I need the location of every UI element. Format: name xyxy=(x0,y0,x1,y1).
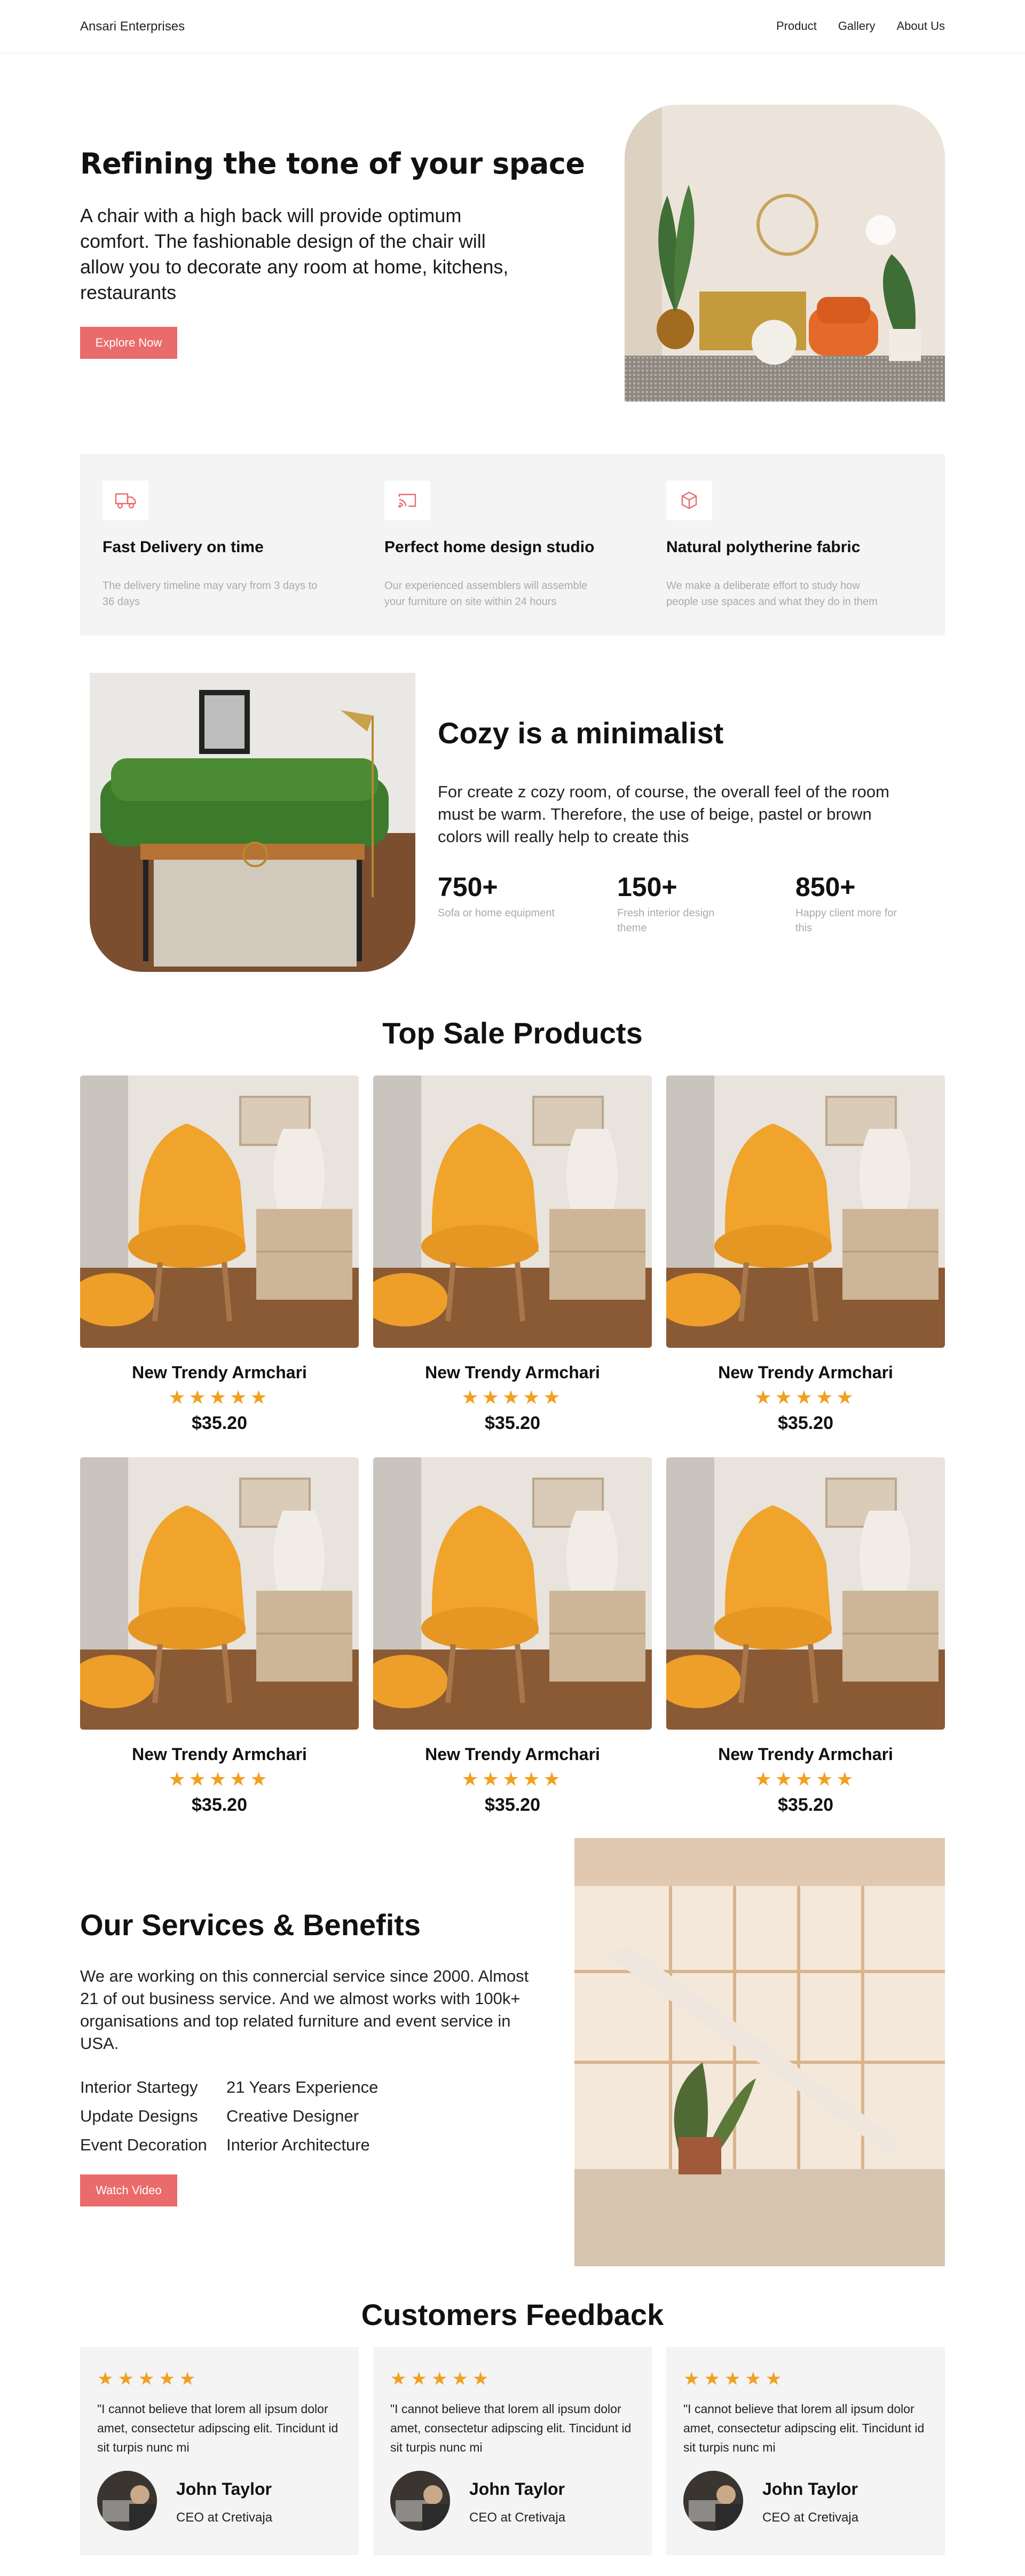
product-name[interactable]: New Trendy Armchari xyxy=(373,1745,652,1764)
nav-link-product[interactable]: Product xyxy=(776,19,817,33)
stat-value: 750+ xyxy=(438,872,498,902)
product-rating-stars: ★★★★★ xyxy=(168,1768,271,1790)
brand-logo[interactable]: Ansari Enterprises xyxy=(80,19,185,34)
product-card[interactable]: New Trendy Armchari ★★★★★ $35.20 xyxy=(666,1457,945,1815)
product-name[interactable]: New Trendy Armchari xyxy=(666,1363,945,1383)
product-rating-stars: ★★★★★ xyxy=(461,1768,564,1790)
box-icon xyxy=(666,481,712,520)
services-image xyxy=(574,1838,945,2266)
product-price: $35.20 xyxy=(192,1413,247,1433)
feedback-card: ★★★★★ "I cannot believe that lorem all ip… xyxy=(80,2347,359,2555)
feedback-card: ★★★★★ "I cannot believe that lorem all ip… xyxy=(666,2347,945,2555)
feature-card: Perfect home design studio Our experienc… xyxy=(362,454,640,635)
service-item: 21 Years Experience xyxy=(226,2078,379,2096)
nav-link-gallery[interactable]: Gallery xyxy=(838,19,876,33)
feedback-stars: ★★★★★ xyxy=(97,2369,200,2389)
nav-links: Product Gallery About Us xyxy=(776,19,945,33)
cozy-description: For create z cozy room, of course, the o… xyxy=(438,782,889,846)
product-name[interactable]: New Trendy Armchari xyxy=(80,1363,359,1383)
product-card[interactable]: New Trendy Armchari ★★★★★ $35.20 xyxy=(666,1075,945,1433)
hero-description: A chair with a high back will provide op… xyxy=(80,205,509,303)
product-rating-stars: ★★★★★ xyxy=(168,1386,271,1408)
feature-title: Natural polytherine fabric xyxy=(666,538,861,556)
stat-label: Sofa or home equipment xyxy=(438,907,555,919)
product-image[interactable] xyxy=(666,1457,945,1730)
feedback-name: John Taylor xyxy=(176,2479,272,2499)
feature-title: Perfect home design studio xyxy=(384,538,595,556)
feature-card: Fast Delivery on time The delivery timel… xyxy=(80,454,358,635)
product-image[interactable] xyxy=(80,1075,359,1348)
services-list-right: 21 Years Experience Creative Designer In… xyxy=(226,2073,378,2159)
stat-label: Happy client more for this xyxy=(795,907,897,934)
feedback-stars: ★★★★★ xyxy=(683,2369,786,2389)
avatar xyxy=(390,2471,450,2531)
hero-image xyxy=(625,105,945,402)
services-title: Our Services & Benefits xyxy=(80,1908,421,1942)
product-card[interactable]: New Trendy Armchari ★★★★★ $35.20 xyxy=(373,1457,652,1815)
service-item: Interior Architecture xyxy=(226,2135,370,2154)
products-title: Top Sale Products xyxy=(382,1016,643,1050)
watch-video-button[interactable]: Watch Video xyxy=(80,2174,177,2206)
hero-title: Refining the tone of your space xyxy=(80,147,585,180)
product-image[interactable] xyxy=(373,1457,652,1730)
explore-now-button[interactable]: Explore Now xyxy=(80,327,177,359)
product-card[interactable]: New Trendy Armchari ★★★★★ $35.20 xyxy=(373,1075,652,1433)
stat-value: 150+ xyxy=(617,872,677,902)
feedback-text: "I cannot believe that lorem all ipsum d… xyxy=(390,2402,632,2454)
stat-block: 850+ Happy client more for this xyxy=(795,871,934,936)
cast-icon xyxy=(384,481,430,520)
product-price: $35.20 xyxy=(192,1795,247,1815)
product-rating-stars: ★★★★★ xyxy=(754,1768,857,1790)
nav-link-about[interactable]: About Us xyxy=(897,19,945,33)
product-card[interactable]: New Trendy Armchari ★★★★★ $35.20 xyxy=(80,1075,359,1433)
service-item: Creative Designer xyxy=(226,2107,359,2125)
stat-block: 750+ Sofa or home equipment xyxy=(438,871,577,921)
top-nav: Ansari Enterprises Product Gallery About… xyxy=(0,0,1025,53)
product-card[interactable]: New Trendy Armchari ★★★★★ $35.20 xyxy=(80,1457,359,1815)
feature-description: The delivery timeline may vary from 3 da… xyxy=(102,580,318,608)
service-item: Interior Startegy xyxy=(80,2078,198,2096)
product-image[interactable] xyxy=(373,1075,652,1348)
services-list-left: Interior Startegy Update Designs Event D… xyxy=(80,2073,207,2159)
product-price: $35.20 xyxy=(485,1413,540,1433)
stat-value: 850+ xyxy=(795,872,856,902)
feedback-title: Customers Feedback xyxy=(361,2298,664,2331)
product-price: $35.20 xyxy=(778,1413,833,1433)
feature-description: We make a deliberate effort to study how… xyxy=(666,580,878,608)
avatar xyxy=(97,2471,157,2531)
product-name[interactable]: New Trendy Armchari xyxy=(373,1363,652,1383)
feedback-role: CEO at Cretivaja xyxy=(762,2510,859,2525)
product-rating-stars: ★★★★★ xyxy=(461,1386,564,1408)
feedback-card: ★★★★★ "I cannot believe that lorem all ip… xyxy=(373,2347,652,2555)
feedback-name: John Taylor xyxy=(469,2479,565,2499)
stat-label: Fresh interior design theme xyxy=(617,907,715,934)
feedback-text: "I cannot believe that lorem all ipsum d… xyxy=(683,2402,925,2454)
truck-icon xyxy=(102,481,148,520)
stat-block: 150+ Fresh interior design theme xyxy=(617,871,756,936)
feedback-text: "I cannot believe that lorem all ipsum d… xyxy=(97,2402,338,2454)
product-image[interactable] xyxy=(80,1457,359,1730)
service-item: Update Designs xyxy=(80,2107,198,2125)
features-panel: Fast Delivery on time The delivery timel… xyxy=(80,454,945,635)
feedback-role: CEO at Cretivaja xyxy=(176,2510,273,2525)
service-item: Event Decoration xyxy=(80,2135,207,2154)
feature-card: Natural polytherine fabric We make a del… xyxy=(644,454,921,635)
product-price: $35.20 xyxy=(778,1795,833,1815)
feedback-role: CEO at Cretivaja xyxy=(469,2510,566,2525)
feature-description: Our experienced assemblers will assemble… xyxy=(384,580,588,608)
product-name[interactable]: New Trendy Armchari xyxy=(80,1745,359,1764)
product-image[interactable] xyxy=(666,1075,945,1348)
product-name[interactable]: New Trendy Armchari xyxy=(666,1745,945,1764)
feature-title: Fast Delivery on time xyxy=(102,538,264,556)
product-price: $35.20 xyxy=(485,1795,540,1815)
feedback-name: John Taylor xyxy=(762,2479,858,2499)
avatar xyxy=(683,2471,743,2531)
services-description: We are working on this connercial servic… xyxy=(80,1967,529,2053)
cozy-room-image xyxy=(90,673,415,972)
feedback-stars: ★★★★★ xyxy=(390,2369,493,2389)
cozy-title: Cozy is a minimalist xyxy=(438,716,724,750)
product-rating-stars: ★★★★★ xyxy=(754,1386,857,1408)
